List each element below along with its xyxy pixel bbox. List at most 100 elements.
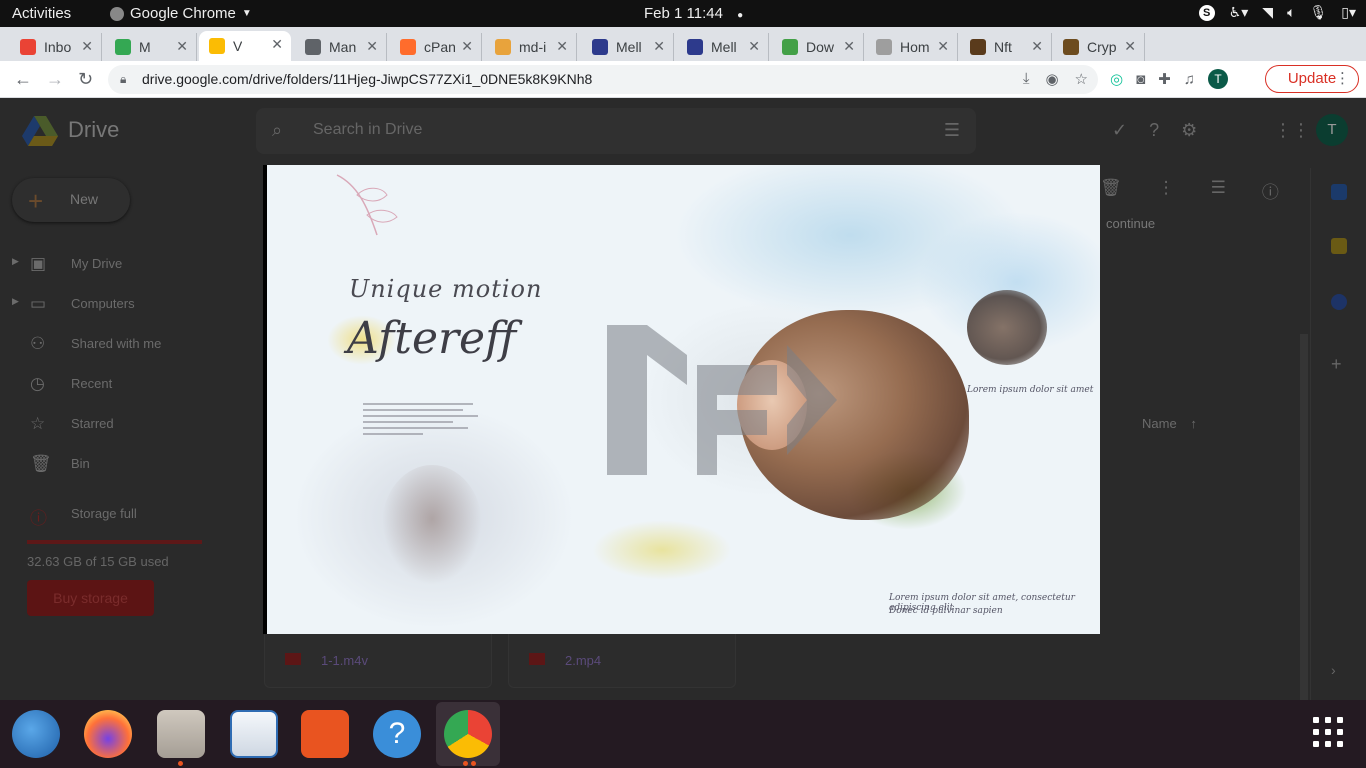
camera-icon[interactable]: ◙ (1136, 71, 1145, 88)
tab-5[interactable]: cPan ✕ (390, 33, 482, 61)
tab-12[interactable]: Cryp ✕ (1053, 33, 1145, 61)
nav-item-computers[interactable]: ▶ ▭ Computers (0, 284, 256, 324)
tab-1[interactable]: Inbo ✕ (10, 33, 102, 61)
keep-icon[interactable] (1331, 238, 1347, 254)
tab-close-icon[interactable]: ✕ (461, 38, 473, 55)
software-center-icon[interactable] (301, 710, 349, 758)
clock[interactable]: Feb 1 11:44 ● (644, 5, 743, 22)
media-control-icon[interactable]: ♫ (1184, 71, 1195, 88)
tab-label: Inbo (44, 39, 72, 55)
file-card[interactable]: 1-1.m4v (264, 628, 492, 688)
video-file-icon (529, 653, 545, 665)
tab-close-icon[interactable]: ✕ (366, 38, 378, 55)
grammarly-icon[interactable]: ◎ (1110, 70, 1123, 88)
new-button[interactable]: + New (12, 178, 130, 222)
system-tray[interactable]: S ♿︎▾ ◥ 🔈︎ 🎙︎ ▯▾ (1198, 4, 1356, 21)
tab-2[interactable]: M ✕ (105, 33, 197, 61)
buy-storage-button[interactable]: Buy storage (27, 580, 154, 616)
tab-close-icon[interactable]: ✕ (1124, 38, 1136, 55)
eye-icon[interactable]: ◉ (1045, 70, 1058, 88)
tasks-icon[interactable] (1331, 294, 1347, 310)
nav-item-starred[interactable]: ☆ Starred (0, 404, 256, 444)
accessibility-icon[interactable]: ♿︎▾ (1229, 4, 1249, 21)
tab-3[interactable]: V ✕ (199, 31, 291, 61)
bin-icon: 🗑 (30, 454, 52, 473)
nav-item-shared-with-me[interactable]: ⚇ Shared with me (0, 324, 256, 364)
tab-close-icon[interactable]: ✕ (653, 38, 665, 55)
reload-icon[interactable]: ↻ (78, 69, 93, 90)
leaf-icon (782, 39, 798, 55)
add-addon-icon[interactable]: + (1331, 354, 1347, 374)
warning-icon: ⓘ (30, 509, 47, 528)
skype-icon[interactable]: S (1198, 4, 1215, 21)
scrollbar[interactable] (1300, 334, 1308, 700)
tab-close-icon[interactable]: ✕ (81, 38, 93, 55)
tab-4[interactable]: Man ✕ (295, 33, 387, 61)
lock-icon[interactable]: 🔒︎ (120, 72, 126, 87)
tab-10[interactable]: Hom ✕ (866, 33, 958, 61)
expand-arrow-icon[interactable]: ▶ (12, 256, 19, 267)
more-icon[interactable]: ⋮ (1158, 178, 1175, 203)
expand-arrow-icon[interactable]: ▶ (12, 296, 19, 307)
tab-label: Hom (900, 39, 930, 55)
writer-icon[interactable] (230, 710, 278, 758)
cpanel-icon (400, 39, 416, 55)
tab-close-icon[interactable]: ✕ (176, 38, 188, 55)
forward-icon[interactable]: → (46, 69, 64, 90)
apps-grid-icon[interactable]: ⋮⋮ (1274, 120, 1310, 141)
video-frame[interactable]: Unique motion Aftereff Lorem ipsum dolor… (267, 165, 1100, 634)
firefox-icon[interactable] (84, 710, 132, 758)
offline-check-icon[interactable]: ✓ (1112, 120, 1127, 141)
trash-icon[interactable]: 🗑︎ (1100, 178, 1122, 203)
install-icon[interactable]: ⤓ (1023, 70, 1030, 88)
search-options-icon[interactable]: ☰ (944, 120, 960, 141)
name-column-header[interactable]: Name ↑ (1142, 416, 1197, 431)
kebab-menu-icon[interactable]: ⋮ (1335, 66, 1350, 92)
address-bar[interactable]: 🔒︎ drive.google.com/drive/folders/11Hjeg… (108, 65, 1098, 94)
puzzle-icon[interactable]: ✚ (1158, 70, 1171, 88)
update-button[interactable]: Update ⋮ (1265, 65, 1359, 93)
tab-8[interactable]: Mell ✕ (677, 33, 769, 61)
tab-close-icon[interactable]: ✕ (556, 38, 568, 55)
help-icon[interactable]: ? (1149, 120, 1159, 141)
help-app-icon[interactable]: ? (373, 710, 421, 758)
files-icon[interactable] (157, 710, 205, 758)
app-menu[interactable]: Google Chrome ▼ (110, 5, 252, 22)
settings-gear-icon[interactable]: ⚙ (1181, 120, 1197, 141)
md-icon (495, 39, 511, 55)
search-icon[interactable]: ⌕ (272, 120, 282, 141)
chevron-right-icon[interactable]: › (1331, 662, 1347, 678)
drive-logo[interactable]: Drive (22, 114, 119, 146)
tab-close-icon[interactable]: ✕ (843, 38, 855, 55)
video-viewer[interactable]: Unique motion Aftereff Lorem ipsum dolor… (263, 165, 1100, 634)
tab-6[interactable]: md-i ✕ (485, 33, 577, 61)
nav-item-bin[interactable]: 🗑 Bin (0, 444, 256, 484)
list-view-icon[interactable]: ☰ (1211, 178, 1226, 203)
storage-row[interactable]: ⓘ Storage full (0, 500, 256, 530)
tab-11[interactable]: Nft ✕ (960, 33, 1052, 61)
drive-search[interactable]: ⌕ Search in Drive ☰ (256, 108, 976, 154)
calendar-icon[interactable] (1331, 184, 1347, 200)
info-icon[interactable]: ⓘ (1262, 178, 1279, 203)
tab-close-icon[interactable]: ✕ (271, 36, 283, 53)
nav-item-my-drive[interactable]: ▶ ▣ My Drive (0, 244, 256, 284)
profile-avatar[interactable]: T (1207, 69, 1228, 89)
activities-button[interactable]: Activities (12, 5, 71, 22)
tab-9[interactable]: Dow ✕ (772, 33, 864, 61)
chrome-icon[interactable] (444, 710, 492, 758)
thunderbird-icon[interactable] (12, 710, 60, 758)
file-card[interactable]: 2.mp4 (508, 628, 736, 688)
tab-close-icon[interactable]: ✕ (748, 38, 760, 55)
tab-close-icon[interactable]: ✕ (937, 38, 949, 55)
nav-item-recent[interactable]: ◷ Recent (0, 364, 256, 404)
url-text[interactable]: drive.google.com/drive/folders/11Hjeg-Ji… (142, 71, 592, 87)
show-applications-icon[interactable] (1313, 717, 1343, 747)
mellow-icon (592, 39, 608, 55)
faded-girl-image (382, 465, 482, 585)
tab-7[interactable]: Mell ✕ (582, 33, 674, 61)
tab-label: Mell (711, 39, 737, 55)
bookmark-star-icon[interactable]: ☆ (1075, 70, 1088, 88)
account-avatar[interactable]: T (1316, 114, 1348, 146)
back-icon[interactable]: ← (14, 69, 32, 90)
tab-close-icon[interactable]: ✕ (1031, 38, 1043, 55)
